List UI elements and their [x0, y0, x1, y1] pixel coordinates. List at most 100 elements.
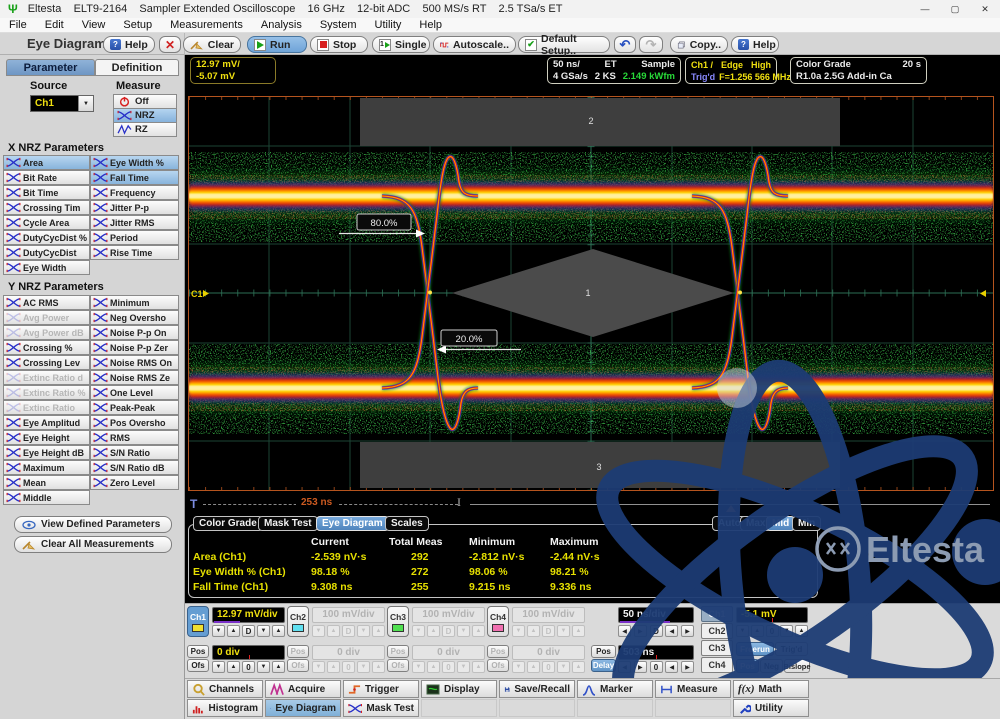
param-button-eye-width-[interactable]: Eye Width % [90, 155, 179, 170]
stop-button[interactable]: Stop [310, 36, 368, 53]
ch1-ofs-button[interactable]: Ofs [187, 659, 209, 672]
spin-right-button[interactable]: ▶ [634, 625, 647, 637]
minimize-button[interactable]: — [910, 0, 940, 18]
param-button-maximum[interactable]: Maximum [3, 460, 90, 475]
measure-rz-button[interactable]: RZ [113, 122, 177, 137]
source-select[interactable]: Ch1 ▼ [30, 95, 94, 112]
menu-edit[interactable]: Edit [36, 19, 73, 31]
trigger-source-ch3[interactable]: Ch3 [701, 640, 733, 656]
autoscale-button[interactable]: Autoscale.. [433, 36, 516, 53]
param-button-dutycycdist-[interactable]: DutyCycDist % [3, 230, 90, 245]
param-button-neg-oversho[interactable]: Neg Oversho [90, 310, 179, 325]
tab-definition[interactable]: Definition [95, 59, 179, 76]
spin-up-button[interactable]: ▲ [272, 625, 285, 637]
param-button-zero-level[interactable]: Zero Level [90, 475, 179, 490]
spin-up-button[interactable]: ▲ [751, 625, 764, 637]
tab-histogram[interactable]: Histogram [187, 699, 263, 717]
param-button-noise-rms-on[interactable]: Noise RMS On [90, 355, 179, 370]
menu-file[interactable]: File [0, 19, 36, 31]
spin-zero-button[interactable]: 0 [766, 625, 779, 637]
spin-zero-button[interactable]: 0 [650, 661, 663, 673]
param-button-noise-p-p-zer[interactable]: Noise P-p Zer [90, 340, 179, 355]
spin-down-button[interactable]: ▼ [257, 661, 270, 673]
tab-eye-diagram-bottom[interactable]: Eye Diagram [265, 699, 341, 717]
spin-up-button[interactable]: ▲ [227, 661, 240, 673]
clear-button[interactable]: Clear [183, 36, 241, 53]
view-defined-parameters-button[interactable]: View Defined Parameters [14, 516, 172, 533]
tab-marker[interactable]: Marker [577, 680, 653, 698]
spin-down-button[interactable]: ▼ [212, 625, 225, 637]
tab-math[interactable]: f(x) Math [733, 680, 809, 698]
spin-right-button[interactable]: ▶ [634, 661, 647, 673]
view-mid-button[interactable]: Mid [766, 516, 795, 531]
tab-eye-diagram[interactable]: Eye Diagram [316, 516, 389, 531]
spin-down-button[interactable]: ▼ [212, 661, 225, 673]
trigger-time-marker[interactable]: T [190, 497, 197, 511]
trigger-source-ch4[interactable]: Ch4 [701, 657, 733, 673]
spin-up-button[interactable]: ▲ [227, 625, 240, 637]
param-button-peak-peak[interactable]: Peak-Peak [90, 400, 179, 415]
param-button-crossing-tim[interactable]: Crossing Tim [3, 200, 90, 215]
menu-view[interactable]: View [73, 19, 115, 31]
param-button-fall-time[interactable]: Fall Time [90, 170, 179, 185]
tab-save-recall[interactable]: Save/Recall [499, 680, 575, 698]
param-button-one-level[interactable]: One Level [90, 385, 179, 400]
tab-scales[interactable]: Scales [385, 516, 429, 531]
menu-utility[interactable]: Utility [366, 19, 411, 31]
spin-up-button[interactable]: ▲ [272, 661, 285, 673]
trigger-slope-bislope-button[interactable]: Bislope [784, 659, 810, 673]
tab-acquire[interactable]: Acquire [265, 680, 341, 698]
ch3-button[interactable]: Ch3 [387, 606, 409, 637]
spin-left-button[interactable]: ◀ [618, 625, 631, 637]
param-button-cycle-area[interactable]: Cycle Area [3, 215, 90, 230]
spin-left-button[interactable]: ◀ [618, 661, 631, 673]
spin-right-button[interactable]: ▶ [681, 625, 694, 637]
clear-all-measurements-button[interactable]: Clear All Measurements [14, 536, 172, 553]
spin-zero-button[interactable]: 0 [242, 661, 255, 673]
trigger-slope-pos-button[interactable]: Pos [736, 659, 759, 673]
tab-mask-test[interactable]: Mask Test [258, 516, 318, 531]
param-button-s-n-ratio-db[interactable]: S/N Ratio dB [90, 460, 179, 475]
trigger-trigd-button[interactable]: Trig'd [775, 642, 808, 656]
panel-help-button[interactable]: ? Help [103, 36, 155, 53]
param-button-bit-time[interactable]: Bit Time [3, 185, 90, 200]
channel-ground-marker[interactable]: C1 [191, 289, 203, 299]
spin-down-button[interactable]: ▼ [257, 625, 270, 637]
tab-channels[interactable]: Channels [187, 680, 263, 698]
menu-setup[interactable]: Setup [114, 19, 161, 31]
param-button-rms[interactable]: RMS [90, 430, 179, 445]
copy-button[interactable]: Copy.. [670, 36, 728, 53]
menu-analysis[interactable]: Analysis [252, 19, 311, 31]
param-button-pos-oversho[interactable]: Pos Oversho [90, 415, 179, 430]
param-button-extinc-ratio-[interactable]: Extinc Ratio % [3, 385, 90, 400]
param-button-middle[interactable]: Middle [3, 490, 90, 505]
ch4-button[interactable]: Ch4 [487, 606, 509, 637]
measure-off-button[interactable]: Off [113, 94, 177, 109]
spin-left-button[interactable]: ◀ [665, 661, 678, 673]
timebase-pos-button[interactable]: Pos [591, 645, 616, 658]
undo-button[interactable]: ↶ [614, 36, 636, 53]
param-button-frequency[interactable]: Frequency [90, 185, 179, 200]
param-button-jitter-rms[interactable]: Jitter RMS [90, 215, 179, 230]
param-button-noise-p-p-on[interactable]: Noise P-p On [90, 325, 179, 340]
ch1-button[interactable]: Ch1 [187, 606, 209, 637]
param-button-dutycycdist[interactable]: DutyCycDist [3, 245, 90, 260]
tab-trigger[interactable]: Trigger [343, 680, 419, 698]
param-button-period[interactable]: Period [90, 230, 179, 245]
tab-mask-test-bottom[interactable]: Mask Test [343, 699, 419, 717]
param-button-eye-height[interactable]: Eye Height [3, 430, 90, 445]
param-button-extinc-ratio[interactable]: Extinc Ratio [3, 400, 90, 415]
param-button-eye-width[interactable]: Eye Width [3, 260, 90, 275]
param-button-bit-rate[interactable]: Bit Rate [3, 170, 90, 185]
ch1-pos-button[interactable]: Pos [187, 645, 209, 658]
param-button-mean[interactable]: Mean [3, 475, 90, 490]
menu-measurements[interactable]: Measurements [161, 19, 252, 31]
param-button-rise-time[interactable]: Rise Time [90, 245, 179, 260]
tab-measure[interactable]: Measure [655, 680, 731, 698]
param-button-avg-power[interactable]: Avg Power [3, 310, 90, 325]
param-button-eye-amplitud[interactable]: Eye Amplitud [3, 415, 90, 430]
single-button[interactable]: 1 Single [372, 36, 430, 53]
trigger-source-ch1[interactable]: Ch1 [701, 606, 733, 622]
default-setup-button[interactable]: ✔ Default Setup.. [518, 36, 610, 53]
view-min-button[interactable]: Min [792, 516, 821, 531]
